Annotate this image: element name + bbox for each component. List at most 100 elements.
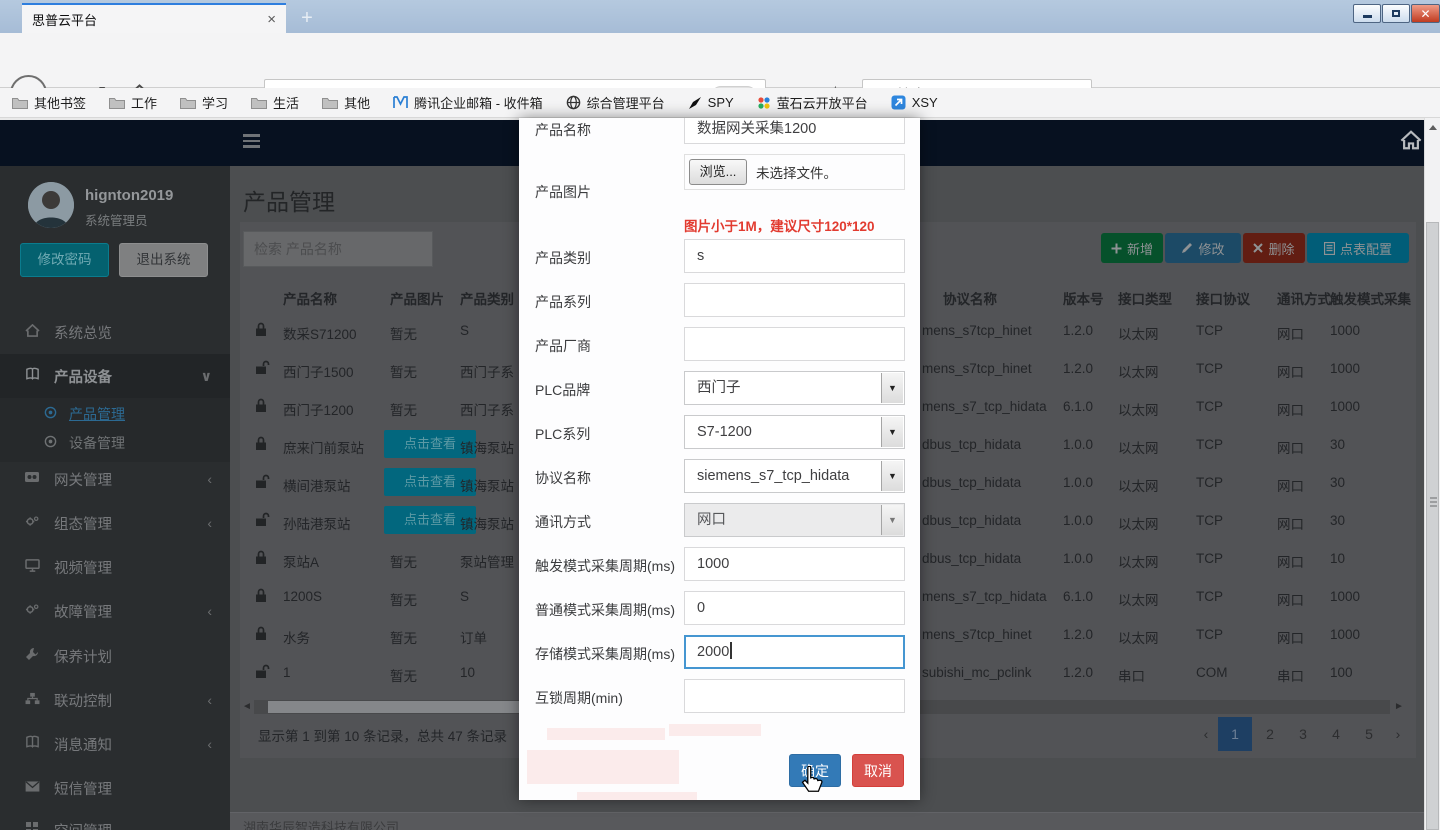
bookmark-folder[interactable]: 其他	[322, 93, 370, 112]
bookmark-spy[interactable]: SPY	[688, 95, 734, 110]
product-search-input[interactable]: 检索 产品名称	[243, 231, 433, 267]
col-header-iface-proto[interactable]: 接口协议	[1196, 288, 1250, 308]
hscroll-left-arrow[interactable]: ◄	[240, 700, 254, 714]
sidebar-item-sms[interactable]: 短信管理	[0, 766, 230, 810]
product-vendor-input[interactable]	[684, 327, 905, 361]
trigger-cycle-input[interactable]	[684, 547, 905, 581]
hscroll-right-arrow[interactable]: ►	[1392, 700, 1406, 714]
interlock-cycle-input[interactable]	[684, 679, 905, 713]
pagination-page-5[interactable]: 5	[1356, 717, 1382, 751]
delete-button[interactable]: 删除	[1243, 233, 1305, 263]
file-upload-field[interactable]: 浏览... 未选择文件。	[684, 154, 905, 190]
window-minimize-button[interactable]	[1353, 4, 1381, 23]
storage-cycle-input[interactable]: 2000	[684, 635, 905, 669]
col-header-protocol[interactable]: 协议名称	[943, 288, 997, 308]
bookmark-qq-mail[interactable]: 腾讯企业邮箱 - 收件箱	[393, 93, 543, 112]
new-tab-button[interactable]: +	[294, 6, 320, 30]
logout-button[interactable]: 退出系统	[119, 243, 208, 277]
lock-icon	[255, 626, 267, 646]
product-name-input[interactable]	[684, 118, 905, 144]
app-home-link[interactable]	[1400, 130, 1422, 155]
plc-brand-select[interactable]: 西门子▼	[684, 371, 905, 405]
product-category-input[interactable]	[684, 239, 905, 273]
scrollbar-thumb[interactable]	[1426, 222, 1439, 830]
dropdown-arrow-icon[interactable]: ▼	[881, 461, 903, 491]
sidebar-item-linkage[interactable]: 联动控制 ‹	[0, 678, 230, 722]
chevron-left-icon: ‹	[207, 471, 212, 487]
chevron-down-icon: ∨	[201, 368, 212, 385]
field-label: PLC品牌	[535, 380, 590, 400]
chevron-left-icon: ‹	[207, 736, 212, 752]
close-icon: ✕	[1420, 8, 1430, 20]
change-password-button[interactable]: 修改密码	[20, 243, 109, 277]
sidebar-item-products[interactable]: 产品设备 ∨	[0, 354, 230, 398]
product-series-input[interactable]	[684, 283, 905, 317]
dot-circle-icon	[40, 435, 60, 451]
sidebar-item-overview[interactable]: 系统总览	[0, 310, 230, 354]
pagination-page-1[interactable]: 1	[1218, 717, 1252, 751]
lock-icon	[255, 550, 267, 570]
edit-button[interactable]: 修改	[1165, 233, 1241, 263]
bookmark-folder[interactable]: 学习	[180, 93, 228, 112]
window-close-button[interactable]: ✕	[1411, 4, 1440, 23]
folder-icon	[109, 96, 125, 109]
sidebar-item-product-management[interactable]: 产品管理	[0, 399, 230, 428]
add-button[interactable]: 新增	[1101, 233, 1163, 263]
pagination-prev[interactable]: ‹	[1196, 717, 1216, 751]
field-label: 产品厂商	[535, 336, 591, 356]
x-icon	[1253, 243, 1263, 253]
scroll-up-arrow[interactable]	[1429, 125, 1437, 130]
page-title: 产品管理	[243, 183, 335, 217]
field-label: 触发模式采集周期(ms)	[535, 556, 675, 576]
bookmark-folder[interactable]: 生活	[251, 93, 299, 112]
bookmark-mgmt-platform[interactable]: 综合管理平台	[566, 93, 665, 112]
pagination-page-3[interactable]: 3	[1290, 717, 1316, 751]
col-header-iface-type[interactable]: 接口类型	[1118, 288, 1172, 308]
col-header-product-image[interactable]: 产品图片	[390, 288, 444, 308]
plc-series-select[interactable]: S7-1200▼	[684, 415, 905, 449]
sidebar-item-gateway[interactable]: 网关管理 ‹	[0, 457, 230, 501]
plus-icon	[1111, 243, 1122, 254]
dropdown-arrow-icon[interactable]: ▼	[881, 417, 903, 447]
normal-cycle-input[interactable]	[684, 591, 905, 625]
records-summary: 显示第 1 到第 10 条记录，总共 47 条记录	[258, 725, 507, 745]
sidebar-item-notifications[interactable]: 消息通知 ‹	[0, 722, 230, 766]
col-header-version[interactable]: 版本号	[1063, 288, 1104, 308]
sidebar-collapse-button[interactable]	[243, 134, 260, 151]
col-header-comm[interactable]: 通讯方式	[1277, 288, 1331, 308]
bookmark-ys7[interactable]: 萤石云开放平台	[757, 93, 868, 112]
table-toolbar: 新增 修改 删除 点表配置	[1101, 233, 1409, 263]
tab-close-button[interactable]: ×	[267, 11, 276, 28]
envelope-icon	[22, 780, 42, 796]
field-label: 产品类别	[535, 248, 591, 268]
cancel-button[interactable]: 取消	[852, 754, 904, 787]
sidebar-item-device-management[interactable]: 设备管理	[0, 428, 230, 457]
sidebar-item-space[interactable]: 空间管理	[0, 808, 230, 830]
sidebar-item-fault[interactable]: 故障管理 ‹	[0, 589, 230, 633]
browser-scrollbar[interactable]	[1424, 118, 1440, 830]
point-table-config-button[interactable]: 点表配置	[1307, 233, 1409, 263]
avatar	[28, 182, 74, 228]
watermark-artifact	[547, 728, 665, 740]
sidebar-item-scada[interactable]: 组态管理 ‹	[0, 501, 230, 545]
home-icon	[22, 324, 42, 341]
tab-title: 思普云平台	[32, 10, 267, 29]
field-label: 产品名称	[535, 120, 591, 140]
pagination-page-4[interactable]: 4	[1323, 717, 1349, 751]
browser-tab[interactable]: 思普云平台 ×	[22, 3, 286, 33]
browse-button[interactable]: 浏览...	[689, 159, 747, 185]
dropdown-arrow-icon[interactable]: ▼	[881, 373, 903, 403]
sidebar-item-video[interactable]: 视频管理	[0, 545, 230, 589]
sidebar-item-maintenance[interactable]: 保养计划	[0, 634, 230, 678]
bookmark-xsy[interactable]: XSY	[891, 95, 938, 110]
pagination-page-2[interactable]: 2	[1257, 717, 1283, 751]
bookmark-folder[interactable]: 其他书签	[12, 93, 86, 112]
bookmark-folder[interactable]: 工作	[109, 93, 157, 112]
protocol-name-select[interactable]: siemens_s7_tcp_hidata▼	[684, 459, 905, 493]
col-header-product-category[interactable]: 产品类别	[460, 288, 514, 308]
window-restore-button[interactable]	[1382, 4, 1410, 23]
col-header-trigger[interactable]: 触发模式采集	[1330, 288, 1411, 308]
grid-icon	[22, 821, 42, 830]
pagination-next[interactable]: ›	[1388, 717, 1408, 751]
col-header-product-name[interactable]: 产品名称	[283, 288, 337, 308]
